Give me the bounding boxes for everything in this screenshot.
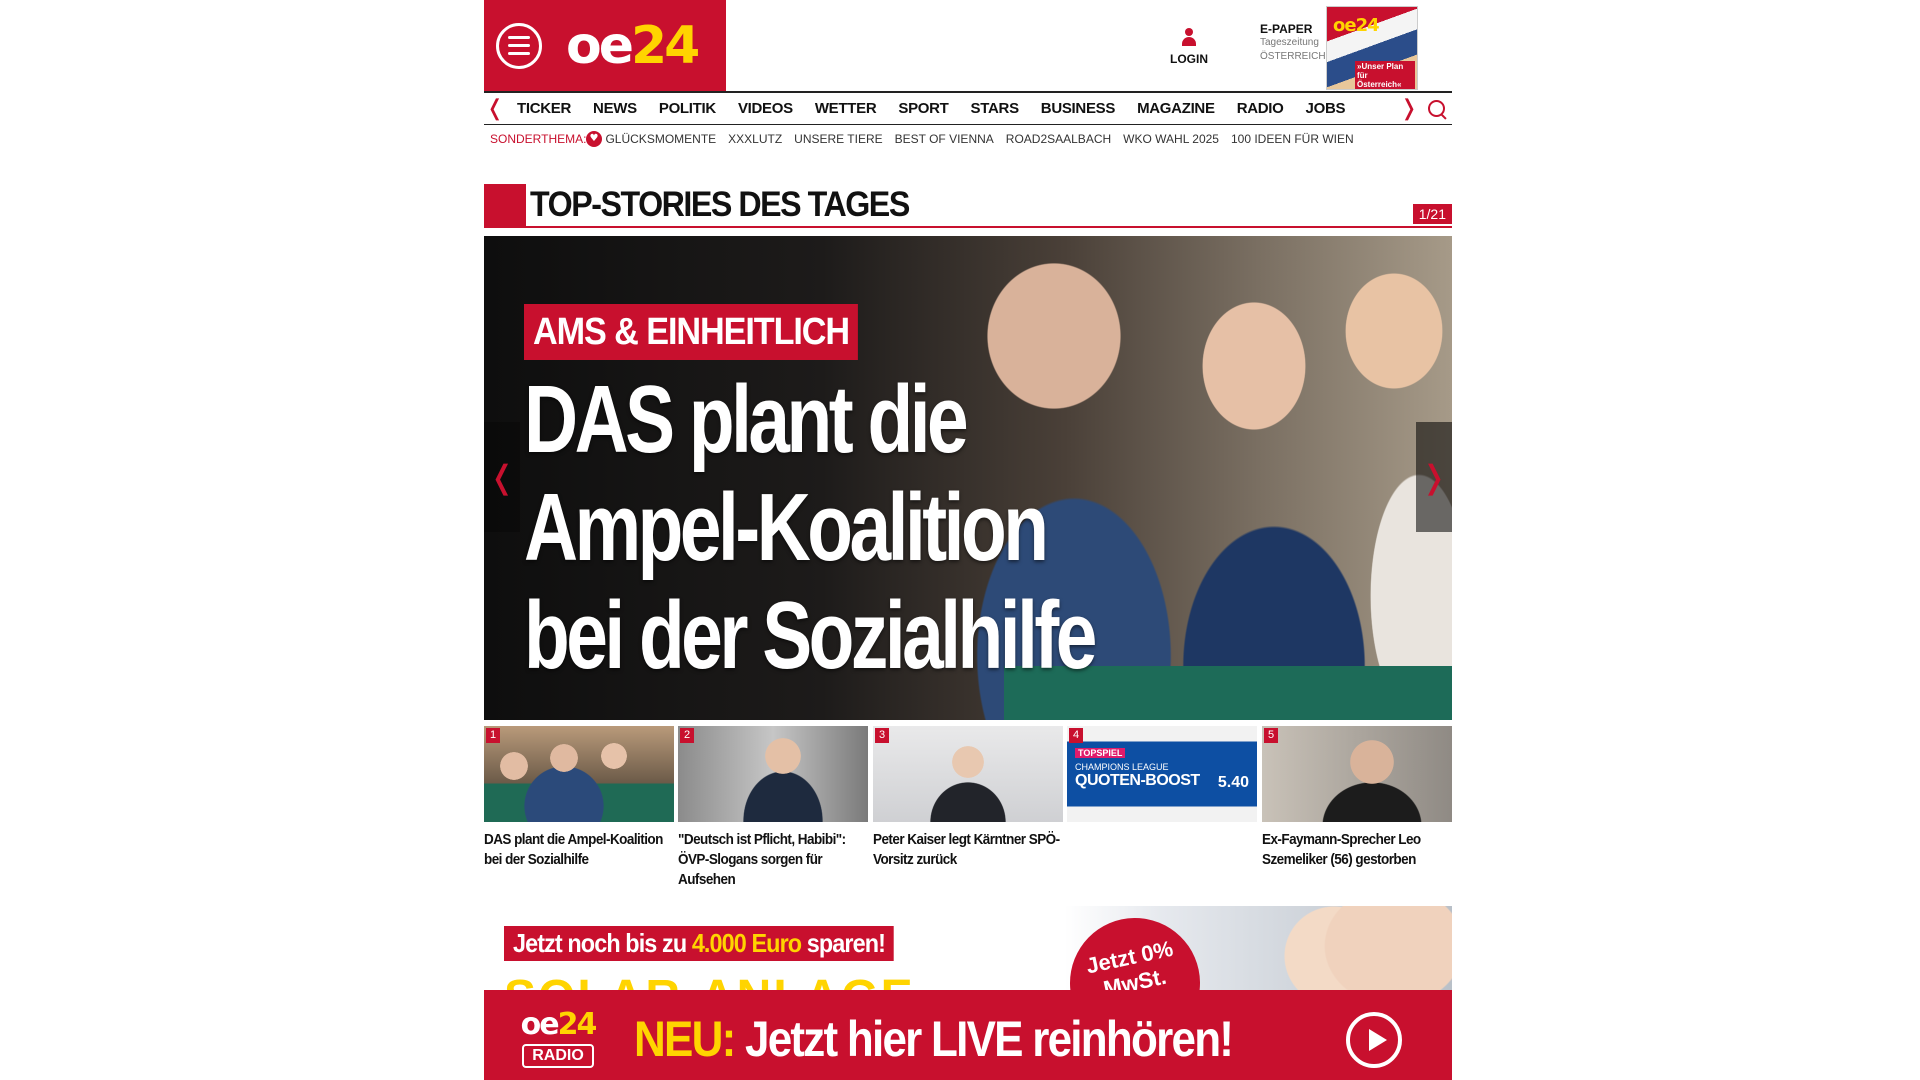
epaper-cover-logo: oe24 bbox=[1333, 15, 1380, 36]
thumbnail-number: 2 bbox=[680, 728, 695, 743]
ad-headline: QUOTEN-BOOST bbox=[1075, 772, 1200, 789]
play-icon[interactable] bbox=[1346, 1012, 1402, 1068]
logo-24: 24 bbox=[631, 15, 700, 76]
login-button[interactable]: LOGIN bbox=[1164, 28, 1214, 66]
story-thumbnail-5[interactable]: 5 Ex-Faymann-Sprecher Leo Szemeliker (56… bbox=[1262, 726, 1452, 870]
thumbnail-image: 2 bbox=[678, 726, 868, 822]
radio-cta-message: Jetzt hier LIVE reinhören! bbox=[734, 1011, 1234, 1067]
subnav: SONDERTHEMA: GLÜCKSMOMENTE XXXLUTZ UNSER… bbox=[484, 128, 1366, 150]
subnav-item[interactable]: BEST OF VIENNA bbox=[895, 132, 994, 146]
story-thumbnails: 1 DAS plant die Ampel-Koalition bei der … bbox=[484, 726, 1452, 888]
story-thumbnail-4-ad[interactable]: 4 TOPSPIEL CHAMPIONS LEAGUE QUOTEN-BOOST… bbox=[1067, 726, 1257, 830]
nav-item-magazine[interactable]: MAGAZINE bbox=[1126, 100, 1226, 117]
section-accent bbox=[484, 184, 526, 228]
menu-icon-line bbox=[508, 36, 530, 39]
thumbnail-number: 1 bbox=[486, 728, 501, 743]
hero-headline-line: bei der Sozialhilfe bbox=[524, 582, 1097, 689]
story-thumbnail-2[interactable]: 2 "Deutsch ist Pflicht, Habibi": ÖVP-Slo… bbox=[678, 726, 868, 890]
search-icon[interactable] bbox=[1420, 93, 1452, 125]
subnav-item[interactable]: GLÜCKSMOMENTE bbox=[605, 132, 716, 146]
ad-badge: Jetzt 0% MwSt. bbox=[1057, 906, 1213, 990]
nav-item-jobs[interactable]: JOBS bbox=[1295, 100, 1357, 117]
nav-items: TICKER NEWS POLITIK VIDEOS WETTER SPORT … bbox=[506, 100, 1398, 117]
thumbnail-image: 1 bbox=[484, 726, 674, 822]
hero-next-arrow[interactable]: ❭ bbox=[1416, 422, 1452, 532]
subnav-item[interactable]: 100 IDEEN FÜR WIEN bbox=[1231, 132, 1354, 146]
section-header: TOP-STORIES DES TAGES 1/21 bbox=[484, 184, 1452, 230]
epaper-cover-headline: »Unser Plan für Österreich« bbox=[1355, 61, 1415, 89]
subnav-item[interactable]: ROAD2SAALBACH bbox=[1006, 132, 1111, 146]
ad-pill-text-end: sparen! bbox=[801, 928, 886, 958]
radio-logo-oe: oe bbox=[520, 1007, 560, 1042]
ad-label: TOPSPIEL bbox=[1075, 748, 1126, 758]
section-divider bbox=[526, 226, 1452, 228]
ad-pill-text: Jetzt noch bis zu bbox=[513, 928, 692, 958]
nav-prev-arrow[interactable]: ❬ bbox=[484, 97, 506, 120]
thumbnail-image: 3 bbox=[873, 726, 1063, 822]
hero-headline-line: DAS plant die bbox=[524, 366, 969, 473]
ad-odds: 5.40 bbox=[1217, 774, 1249, 791]
epaper-title: E-PAPER bbox=[1260, 22, 1313, 36]
oe24-radio-logo: oe24 RADIO bbox=[512, 1010, 604, 1068]
nav-next-arrow[interactable]: ❭ bbox=[1398, 97, 1420, 120]
slide-counter: 1/21 bbox=[1412, 204, 1452, 224]
nav-item-wetter[interactable]: WETTER bbox=[804, 100, 888, 117]
epaper-cover-thumbnail[interactable]: oe24 »Unser Plan für Österreich« bbox=[1326, 6, 1418, 90]
logo-oe: oe bbox=[566, 15, 634, 76]
ad-pill: Jetzt noch bis zu 4.000 Euro sparen! bbox=[504, 926, 895, 961]
menu-icon-line bbox=[508, 52, 530, 55]
subnav-item[interactable]: UNSERE TIERE bbox=[794, 132, 882, 146]
nav-item-sport[interactable]: SPORT bbox=[887, 100, 959, 117]
ad-text: CHAMPIONS LEAGUE bbox=[1075, 762, 1169, 772]
hero-headline: DAS plant die Ampel-Koalition bei der So… bbox=[524, 366, 1117, 690]
thumbnail-image: 4 TOPSPIEL CHAMPIONS LEAGUE QUOTEN-BOOST… bbox=[1067, 726, 1257, 822]
epaper-link[interactable]: E-PAPER Tageszeitung ÖSTERREICH bbox=[1260, 22, 1326, 64]
hero-prev-arrow[interactable]: ❬ bbox=[484, 422, 520, 532]
subnav-item[interactable]: WKO WAHL 2025 bbox=[1123, 132, 1219, 146]
header-brand: oe24 bbox=[484, 0, 726, 91]
solar-ad-banner[interactable]: Jetzt noch bis zu 4.000 Euro sparen! Jet… bbox=[484, 906, 1452, 990]
main-nav: ❬ TICKER NEWS POLITIK VIDEOS WETTER SPOR… bbox=[484, 91, 1452, 125]
user-icon bbox=[1181, 28, 1197, 48]
story-thumbnail-3[interactable]: 3 Peter Kaiser legt Kärntner SPÖ-Vorsitz… bbox=[873, 726, 1063, 870]
radio-logo-wordmark: oe24 bbox=[512, 1010, 604, 1040]
nav-item-ticker[interactable]: TICKER bbox=[506, 100, 582, 117]
hero-headline-line: Ampel-Koalition bbox=[524, 474, 1049, 581]
thumbnail-caption: "Deutsch ist Pflicht, Habibi": ÖVP-Sloga… bbox=[678, 831, 846, 888]
oe24-logo[interactable]: oe24 bbox=[566, 20, 700, 72]
story-thumbnail-1[interactable]: 1 DAS plant die Ampel-Koalition bei der … bbox=[484, 726, 674, 870]
login-label: LOGIN bbox=[1170, 52, 1208, 66]
page: oe24 LOGIN E-PAPER Tageszeitung ÖSTERREI… bbox=[484, 0, 1452, 1080]
nav-item-news[interactable]: NEWS bbox=[582, 100, 648, 117]
menu-button[interactable] bbox=[496, 22, 542, 69]
ad-pill-amount: 4.000 Euro bbox=[691, 928, 802, 958]
subnav-label: SONDERTHEMA: bbox=[490, 132, 587, 146]
thumbnail-image: 5 bbox=[1262, 726, 1452, 822]
radio-live-bar[interactable]: oe24 RADIO NEU: Jetzt hier LIVE reinhöre… bbox=[484, 990, 1452, 1080]
thumbnail-number: 3 bbox=[875, 728, 890, 743]
nav-item-business[interactable]: BUSINESS bbox=[1030, 100, 1126, 117]
radio-logo-24: 24 bbox=[557, 1007, 598, 1042]
nav-item-videos[interactable]: VIDEOS bbox=[727, 100, 804, 117]
menu-icon-line bbox=[508, 44, 530, 47]
hero-kicker: AMS & EINHEITLICH bbox=[524, 304, 859, 360]
nav-item-radio[interactable]: RADIO bbox=[1226, 100, 1295, 117]
nav-item-politik[interactable]: POLITIK bbox=[648, 100, 727, 117]
thumbnail-caption: Peter Kaiser legt Kärntner SPÖ-Vorsitz z… bbox=[873, 831, 1060, 868]
thumbnail-number: 5 bbox=[1264, 728, 1279, 743]
thumbnail-number: 4 bbox=[1069, 728, 1084, 743]
thumbnail-caption: DAS plant die Ampel-Koalition bei der So… bbox=[484, 831, 663, 868]
hero-story[interactable]: AMS & EINHEITLICH DAS plant die Ampel-Ko… bbox=[484, 236, 1452, 720]
heart-icon bbox=[586, 131, 603, 147]
thumbnail-caption: Ex-Faymann-Sprecher Leo Szemeliker (56) … bbox=[1262, 831, 1421, 868]
ad-big-text: SOLAR-ANLAGE bbox=[504, 970, 915, 990]
radio-cta-new: NEU: bbox=[634, 1011, 736, 1067]
epaper-subtitle-2: ÖSTERREICH bbox=[1260, 51, 1326, 62]
subnav-item[interactable]: XXXLUTZ bbox=[728, 132, 782, 146]
section-title: TOP-STORIES DES TAGES bbox=[530, 185, 910, 224]
nav-item-stars[interactable]: STARS bbox=[960, 100, 1030, 117]
radio-cta-text: NEU: Jetzt hier LIVE reinhören! bbox=[634, 1010, 1234, 1068]
radio-logo-label: RADIO bbox=[522, 1044, 594, 1068]
epaper-subtitle: Tageszeitung bbox=[1260, 37, 1319, 48]
